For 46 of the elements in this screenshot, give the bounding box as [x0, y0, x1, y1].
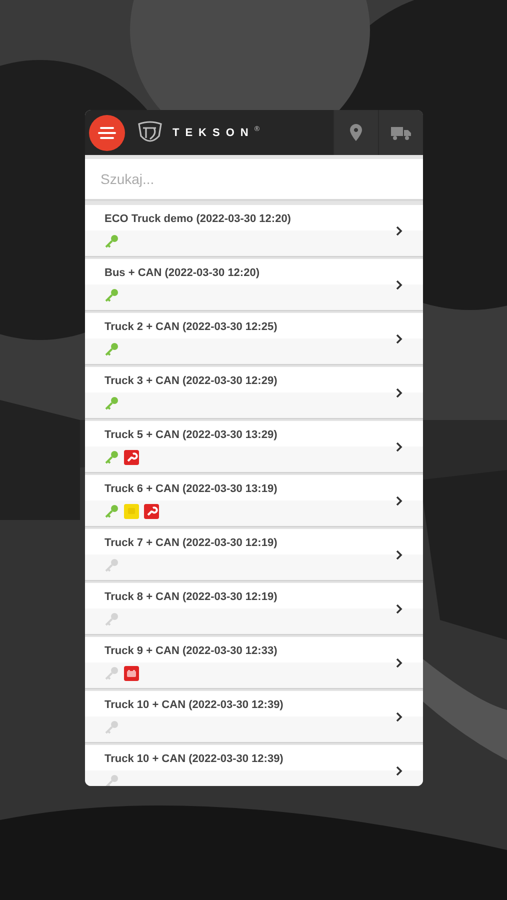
- map-tab[interactable]: [332, 110, 378, 155]
- vehicle-title: Truck 2 + CAN (2022-03-30 12:25): [104, 320, 278, 332]
- truck-icon: [390, 126, 410, 140]
- vehicle-item[interactable]: Truck 8 + CAN (2022-03-30 12:19): [84, 583, 422, 634]
- chevron-icon: [396, 496, 402, 506]
- vehicle-title: Truck 7 + CAN (2022-03-30 12:19): [104, 536, 278, 548]
- vehicle-item[interactable]: Truck 9 + CAN (2022-03-30 12:33): [84, 637, 422, 688]
- vehicle-item[interactable]: Truck 5 + CAN (2022-03-30 13:29): [84, 421, 422, 472]
- chevron-icon: [396, 658, 402, 668]
- vehicle-title: Bus + CAN (2022-03-30 12:20): [104, 266, 260, 278]
- vehicle-title: Truck 10 + CAN (2022-03-30 12:39): [104, 752, 284, 764]
- vehicles-tab[interactable]: [378, 110, 422, 155]
- wrench-icon: [124, 450, 138, 464]
- chevron-icon: [396, 442, 402, 452]
- warning-icon: [124, 504, 138, 518]
- vehicle-item[interactable]: Bus + CAN (2022-03-30 12:20): [84, 259, 422, 310]
- search-field[interactable]: Szukaj...: [84, 159, 422, 201]
- vehicle-title: ECO Truck demo (2022-03-30 12:20): [104, 212, 292, 224]
- chevron-icon: [396, 334, 402, 344]
- menu-button[interactable]: [88, 114, 124, 150]
- vehicle-item[interactable]: Truck 10 + CAN (2022-03-30 12:39): [84, 691, 422, 742]
- brand-name: TEKSON: [172, 126, 254, 138]
- chevron-icon: [396, 712, 402, 722]
- chevron-icon: [396, 226, 402, 236]
- vehicle-title: Truck 3 + CAN (2022-03-30 12:29): [104, 374, 278, 386]
- vehicle-item[interactable]: ECO Truck demo (2022-03-30 12:20): [84, 205, 422, 256]
- vehicle-title: Truck 6 + CAN (2022-03-30 13:19): [104, 482, 278, 494]
- vehicle-title: Truck 10 + CAN (2022-03-30 12:39): [104, 698, 284, 710]
- vehicle-title: Truck 8 + CAN (2022-03-30 12:19): [104, 590, 278, 602]
- chevron-icon: [396, 604, 402, 614]
- vehicle-title: Truck 9 + CAN (2022-03-30 12:33): [104, 644, 278, 656]
- wrench-icon: [144, 504, 158, 518]
- vehicle-item[interactable]: Truck 3 + CAN (2022-03-30 12:29): [84, 367, 422, 418]
- vehicle-item[interactable]: Truck 7 + CAN (2022-03-30 12:19): [84, 529, 422, 580]
- vehicle-item[interactable]: Truck 2 + CAN (2022-03-30 12:25): [84, 313, 422, 364]
- vehicle-item[interactable]: Truck 10 + CAN (2022-03-30 12:39): [84, 745, 422, 786]
- vehicle-title: Truck 5 + CAN (2022-03-30 13:29): [104, 428, 278, 440]
- vehicle-item[interactable]: Truck 6 + CAN (2022-03-30 13:19): [84, 475, 422, 526]
- chevron-icon: [396, 550, 402, 560]
- chevron-icon: [396, 766, 402, 776]
- chevron-icon: [396, 280, 402, 290]
- logo-icon: [136, 120, 162, 144]
- battery-icon: [124, 666, 138, 680]
- chevron-icon: [396, 388, 402, 398]
- map-pin-icon: [350, 124, 362, 141]
- menu-icon: [98, 126, 116, 140]
